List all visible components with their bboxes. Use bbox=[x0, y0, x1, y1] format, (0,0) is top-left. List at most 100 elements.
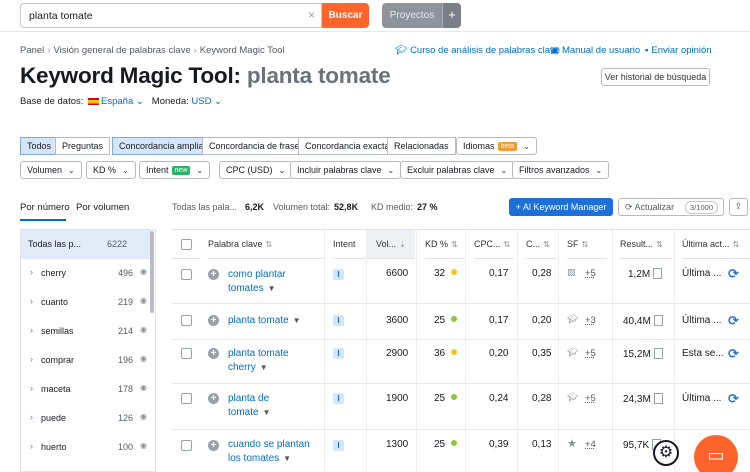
sort-icon: ⇅ bbox=[732, 240, 740, 249]
header-results[interactable]: Result... ⇅ bbox=[620, 230, 672, 259]
search-button[interactable]: Buscar bbox=[322, 3, 369, 28]
group-all[interactable]: Todas las p... 6222 bbox=[21, 230, 151, 259]
kd-filter[interactable]: KD % ⌄ bbox=[86, 161, 136, 179]
database-select[interactable]: España bbox=[101, 96, 133, 107]
refresh-icon[interactable]: ⟳ bbox=[728, 313, 739, 329]
add-keyword-icon[interactable]: + bbox=[208, 393, 219, 404]
keyword-link[interactable]: cuando se plantan los tomates ▼ bbox=[228, 438, 310, 466]
breadcrumb-panel[interactable]: Panel bbox=[20, 45, 44, 56]
advanced-filters[interactable]: Filtros avanzados ⌄ bbox=[512, 161, 610, 179]
row-checkbox[interactable] bbox=[181, 315, 192, 326]
cpc-filter[interactable]: CPC (USD) ⌄ bbox=[219, 161, 293, 179]
export-button[interactable]: ⇪ bbox=[729, 198, 748, 216]
graduation-cap-icon: 🎓︎ bbox=[395, 45, 408, 56]
results-value: 24,3M bbox=[623, 393, 663, 405]
update-button[interactable]: ⟳ Actualizar 3/1000 bbox=[618, 198, 724, 216]
volume-value: 3600 bbox=[386, 315, 409, 326]
header-competition[interactable]: C... ⇅ bbox=[526, 230, 556, 259]
serp-features-more[interactable]: +3 bbox=[585, 315, 596, 326]
feedback-link[interactable]: ▪ Enviar opinión bbox=[645, 45, 712, 56]
group-item[interactable]: › cherry 496 ◉ bbox=[21, 259, 151, 288]
table-row: + planta tomate cherry ▼ I 2900 36 0,20 0,… bbox=[172, 340, 750, 384]
caret-down-icon: ▼ bbox=[283, 454, 292, 463]
row-checkbox[interactable] bbox=[181, 269, 192, 280]
select-all-checkbox[interactable] bbox=[181, 239, 192, 250]
sort-icon: ⇅ bbox=[581, 240, 589, 249]
keyword-link[interactable]: planta tomate cherry ▼ bbox=[228, 347, 289, 375]
kd-indicator-dot bbox=[451, 394, 458, 400]
group-item[interactable]: › cuanto 219 ◉ bbox=[21, 288, 151, 317]
chevron-down-icon: ⌄ bbox=[595, 166, 603, 175]
tab-exact-match[interactable]: Concordancia exacta bbox=[298, 137, 397, 155]
group-item[interactable]: › puede 126 ◉ bbox=[21, 404, 151, 433]
search-history-button[interactable]: Ver historial de búsqueda bbox=[601, 68, 710, 86]
row-checkbox[interactable] bbox=[181, 393, 192, 404]
tab-broad-match[interactable]: Concordancia amplia bbox=[112, 137, 211, 155]
chevron-down-icon: ⌄ bbox=[133, 96, 144, 107]
row-checkbox[interactable] bbox=[181, 440, 192, 451]
languages-dropdown[interactable]: Idiomas beta ⌄ bbox=[456, 137, 537, 155]
refresh-icon[interactable]: ⟳ bbox=[728, 266, 739, 282]
currency-select[interactable]: USD bbox=[191, 96, 211, 107]
breadcrumb-overview[interactable]: Visión general de palabras clave bbox=[53, 45, 190, 56]
chat-widget-button[interactable]: ▭ bbox=[694, 435, 738, 472]
header-keyword[interactable]: Palabra clave ⇅ bbox=[208, 230, 323, 259]
group-item[interactable]: › comprar 196 ◉ bbox=[21, 346, 151, 375]
exclude-keywords-filter[interactable]: Excluir palabras clave ⌄ bbox=[400, 161, 515, 179]
clear-icon[interactable]: × bbox=[308, 8, 315, 22]
refresh-icon: ⟳ bbox=[625, 202, 635, 212]
course-link[interactable]: 🎓︎ Curso de análisis de palabras clave bbox=[395, 45, 560, 56]
star-icon: ★ bbox=[567, 438, 577, 450]
add-keyword-icon[interactable]: + bbox=[208, 348, 219, 359]
keyword-link[interactable]: planta de tomate ▼ bbox=[228, 392, 271, 420]
volume-filter[interactable]: Volumen ⌄ bbox=[20, 161, 82, 179]
serp-features-more[interactable]: +5 bbox=[585, 348, 596, 359]
group-item[interactable]: › maceta 178 ◉ bbox=[21, 375, 151, 404]
tab-by-volume[interactable]: Por volumen bbox=[76, 202, 129, 213]
group-item[interactable]: › huerto 100 ◉ bbox=[21, 433, 151, 462]
chevron-right-icon: › bbox=[30, 412, 33, 422]
projects-button[interactable]: Proyectos bbox=[382, 3, 442, 28]
kd-indicator-dot bbox=[451, 440, 458, 446]
eye-icon: ◉ bbox=[140, 325, 147, 334]
refresh-icon[interactable]: ⟳ bbox=[728, 391, 739, 407]
tab-questions[interactable]: Preguntas bbox=[55, 137, 111, 155]
keyword-link[interactable]: como plantar tomates ▼ bbox=[228, 268, 286, 296]
chevron-down-icon: ⌄ bbox=[278, 166, 286, 175]
intent-badge: I bbox=[333, 315, 344, 326]
serp-features-more[interactable]: +5 bbox=[585, 393, 596, 404]
add-keyword-icon[interactable]: + bbox=[208, 269, 219, 280]
tab-all[interactable]: Todos bbox=[20, 137, 59, 155]
add-keyword-icon[interactable]: + bbox=[208, 440, 219, 451]
search-input[interactable]: planta tomate × bbox=[20, 3, 322, 28]
sort-icon: ⇅ bbox=[543, 240, 550, 249]
chat-icon: ▭ bbox=[707, 445, 725, 465]
intent-filter[interactable]: Intent new ⌄ bbox=[139, 161, 211, 179]
header-last-update[interactable]: Última act... ⇅ bbox=[682, 230, 750, 259]
tab-related[interactable]: Relacionadas bbox=[387, 137, 456, 155]
cpc-value: 0,17 bbox=[489, 268, 509, 279]
groups-scrollbar[interactable] bbox=[150, 231, 154, 313]
add-keyword-icon[interactable]: + bbox=[208, 315, 219, 326]
row-checkbox[interactable] bbox=[181, 348, 192, 359]
header-kd[interactable]: KD % ⇅ bbox=[425, 230, 465, 259]
last-update-value: Última ... bbox=[682, 315, 722, 326]
settings-gear-button[interactable]: ⚙ bbox=[653, 440, 679, 466]
header-sf[interactable]: SF ⇅ bbox=[567, 230, 607, 259]
group-item[interactable]: › semillas 214 ◉ bbox=[21, 317, 151, 346]
tab-by-number[interactable]: Por número bbox=[20, 202, 70, 213]
serp-features-more[interactable]: +4 bbox=[585, 439, 596, 450]
refresh-icon[interactable]: ⟳ bbox=[728, 346, 739, 362]
keyword-link[interactable]: planta tomate ▼ bbox=[228, 314, 301, 328]
header-volume[interactable]: Vol... ⇣ bbox=[367, 230, 415, 259]
chevron-down-icon: ⌄ bbox=[196, 166, 204, 175]
tab-phrase-match[interactable]: Concordancia de frase bbox=[202, 137, 307, 155]
cpc-value: 0,17 bbox=[489, 315, 509, 326]
add-project-button[interactable]: + bbox=[442, 3, 461, 28]
manual-link[interactable]: ▣ Manual de usuario bbox=[550, 45, 640, 56]
include-keywords-filter[interactable]: Incluir palabras clave ⌄ bbox=[290, 161, 402, 179]
kd-value: 25 bbox=[434, 439, 458, 450]
header-cpc[interactable]: CPC... ⇅ bbox=[474, 230, 514, 259]
keyword-manager-button[interactable]: + Al Keyword Manager bbox=[509, 198, 613, 216]
serp-features-more[interactable]: +5 bbox=[585, 268, 596, 279]
